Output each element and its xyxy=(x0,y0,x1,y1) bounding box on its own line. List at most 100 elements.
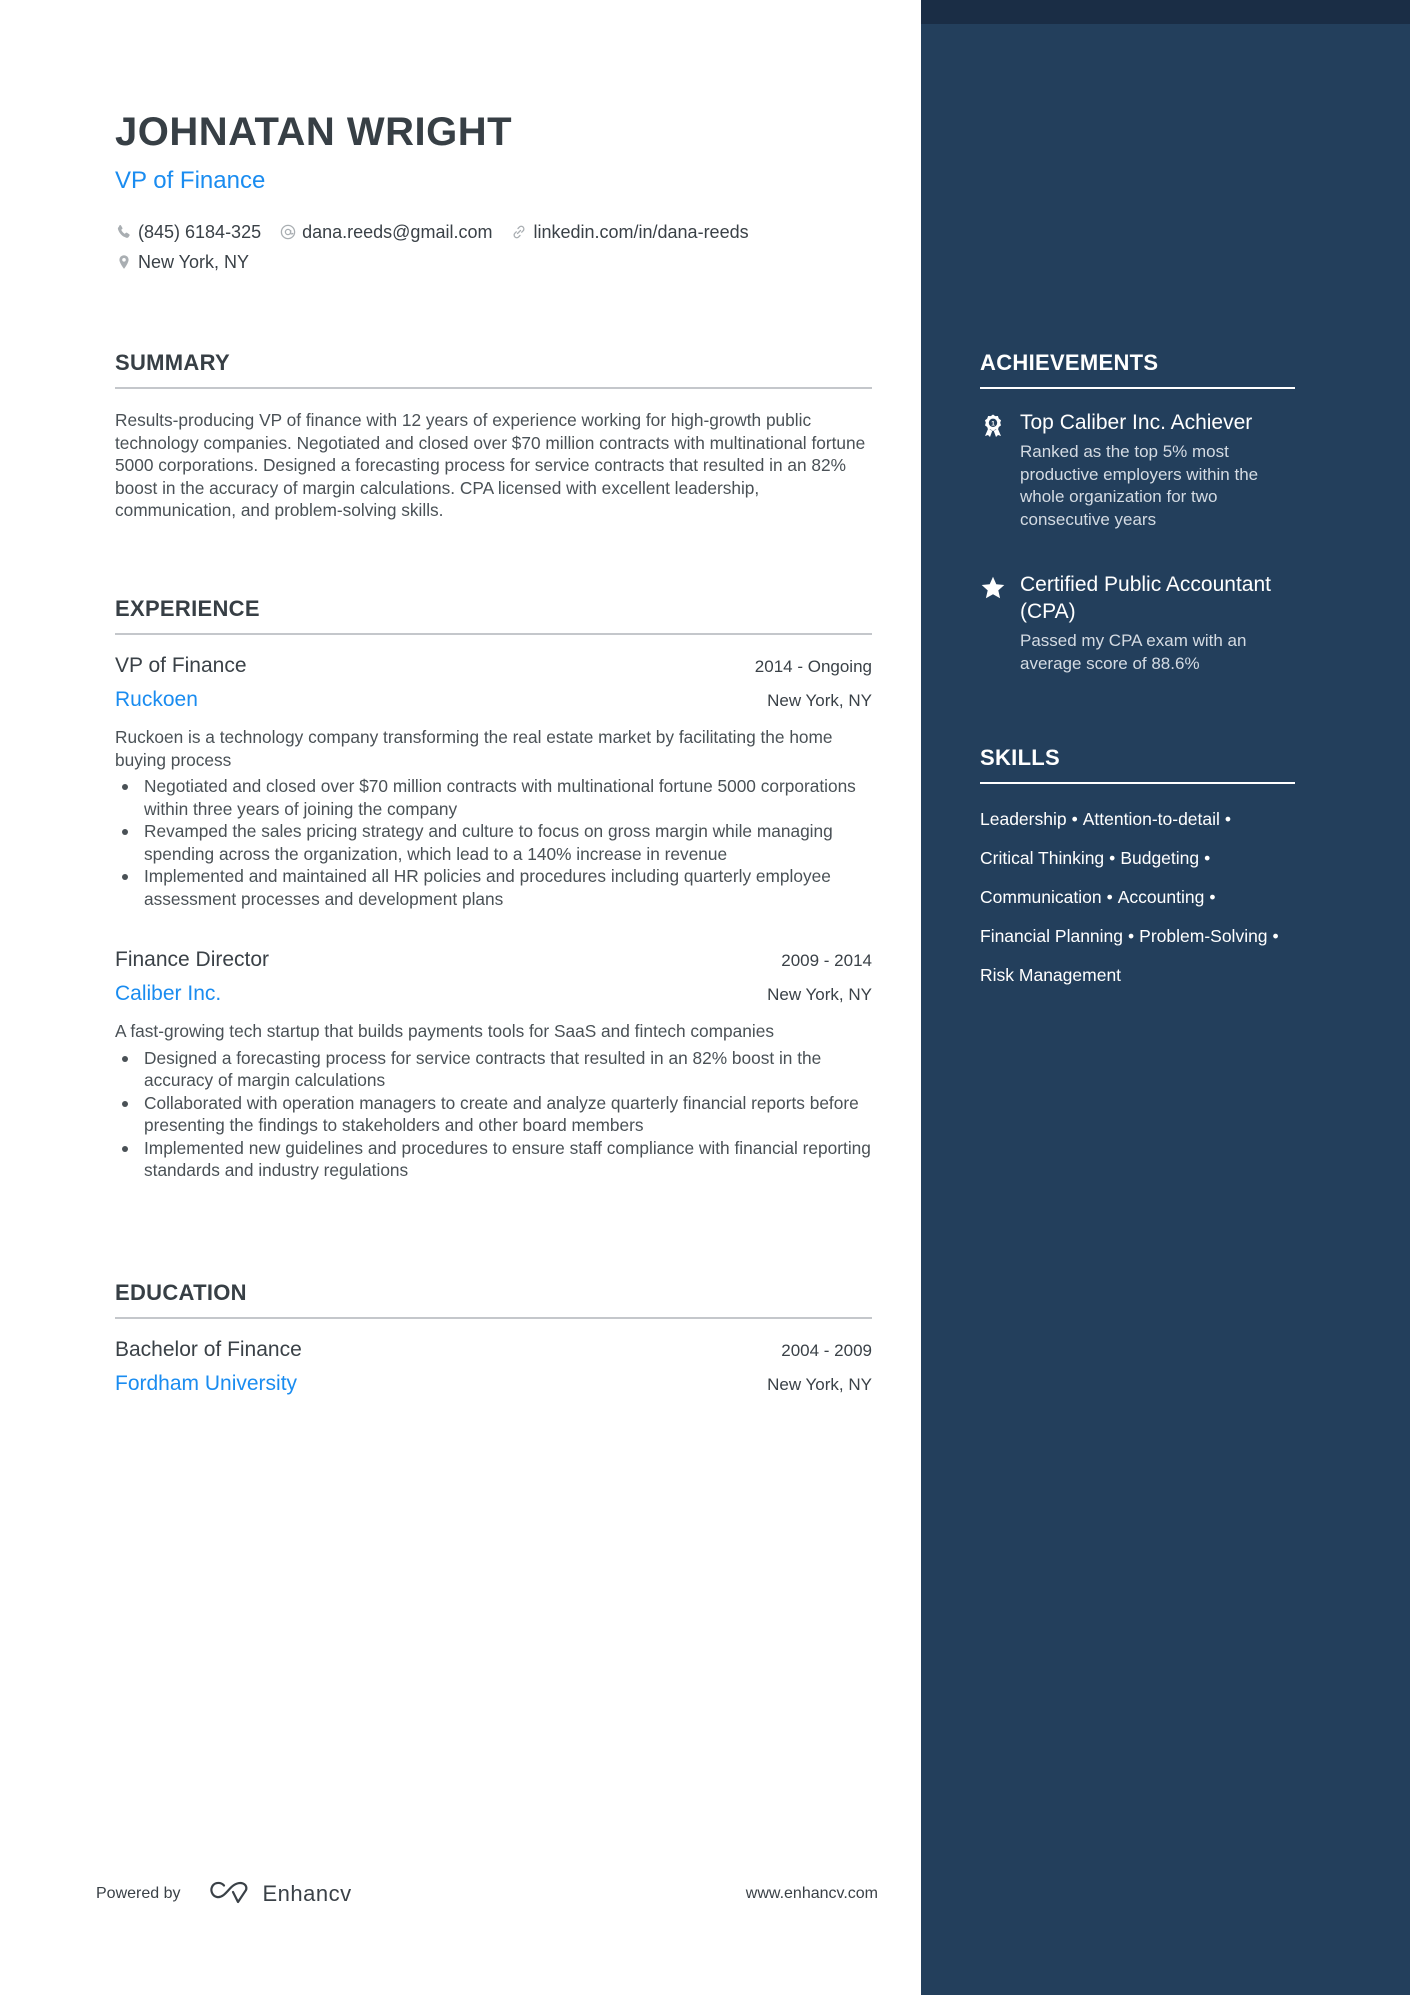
education-location: New York, NY xyxy=(767,1375,872,1394)
skills-row: Leadership • Attention-to-detail • xyxy=(980,800,1295,839)
skill-separator: • xyxy=(1128,926,1135,946)
contact-row: (845) 6184-325 dana.reeds@gmail.com link… xyxy=(115,217,895,247)
candidate-name: JOHNATAN WRIGHT xyxy=(115,110,513,154)
skill-tag: Risk Management xyxy=(980,965,1122,985)
skill-tag: Attention-to-detail xyxy=(1082,809,1220,829)
skill-tag: Problem-Solving xyxy=(1139,926,1268,946)
skills-section: SKILLS Leadership • Attention-to-detail • Cr… xyxy=(980,745,1295,995)
skill-separator: • xyxy=(1272,926,1279,946)
job-role: VP of Finance xyxy=(115,654,247,677)
skill-tag: Leadership xyxy=(980,809,1067,829)
contact-linkedin: linkedin.com/in/dana-reeds xyxy=(510,222,749,243)
job-bullet: Collaborated with operation managers to … xyxy=(115,1092,872,1137)
job-bullet: Negotiated and closed over $70 million c… xyxy=(115,775,872,820)
section-heading: ACHIEVEMENTS xyxy=(980,350,1159,375)
achievement-body: Certified Public Accountant (CPA) Passed… xyxy=(1020,571,1295,675)
enhancv-logo-text: Enhancv xyxy=(262,1881,352,1906)
job-bullet: Implemented new guidelines and procedure… xyxy=(115,1137,872,1182)
section-divider xyxy=(115,387,872,389)
achievement-description: Ranked as the top 5% most productive emp… xyxy=(1020,442,1259,529)
svg-text:1: 1 xyxy=(991,420,995,427)
achievement-title: Top Caliber Inc. Achiever xyxy=(1020,411,1253,434)
job-dates: 2009 - 2014 xyxy=(781,951,872,970)
job-bullet: Designed a forecasting process for servi… xyxy=(115,1047,872,1092)
education-dates: 2004 - 2009 xyxy=(781,1341,872,1360)
summary-text: Results-producing VP of finance with 12 … xyxy=(115,410,866,520)
job-bullet: Implemented and maintained all HR polici… xyxy=(115,865,872,910)
section-heading: SKILLS xyxy=(980,745,1061,770)
contact-email: dana.reeds@gmail.com xyxy=(279,222,492,243)
achievement-description: Passed my CPA exam with an average score… xyxy=(1020,631,1247,673)
skill-tag: Budgeting xyxy=(1120,848,1200,868)
location-text: New York, NY xyxy=(138,251,250,272)
education-entry: Bachelor of Finance 2004 - 2009 Fordham … xyxy=(115,1338,872,1396)
powered-by-label: Powered by xyxy=(96,1885,181,1902)
section-heading: EXPERIENCE xyxy=(115,596,260,621)
education-school-row: Fordham University New York, NY xyxy=(115,1372,872,1396)
job-company[interactable]: Caliber Inc. xyxy=(115,982,221,1006)
skill-separator: • xyxy=(1106,887,1113,907)
job-header-row: VP of Finance 2014 - Ongoing xyxy=(115,654,872,678)
skill-separator: • xyxy=(1204,848,1211,868)
section-divider xyxy=(980,387,1295,389)
resume-page: JOHNATAN WRIGHT VP of Finance (845) 6184… xyxy=(0,0,1410,1995)
achievement-item: 1 Top Caliber Inc. Achiever Ranked as th… xyxy=(980,409,1295,531)
job-bullets: Designed a forecasting process for servi… xyxy=(115,1047,872,1182)
job-description: A fast-growing tech startup that builds … xyxy=(115,1021,774,1041)
linkedin-text[interactable]: linkedin.com/in/dana-reeds xyxy=(533,222,748,243)
section-divider xyxy=(980,782,1295,784)
degree: Bachelor of Finance xyxy=(115,1338,302,1361)
skills-row: Financial Planning • Problem-Solving • xyxy=(980,917,1295,956)
skills-row: Risk Management xyxy=(980,956,1295,995)
sidebar-top-strip xyxy=(921,0,1410,24)
phone-text[interactable]: (845) 6184-325 xyxy=(138,222,261,243)
job-location: New York, NY xyxy=(767,691,872,710)
education-header-row: Bachelor of Finance 2004 - 2009 xyxy=(115,1338,872,1362)
skill-tag: Financial Planning xyxy=(980,926,1124,946)
contact-location: New York, NY xyxy=(115,252,249,273)
job-bullet: Revamped the sales pricing strategy and … xyxy=(115,820,872,865)
achievement-body: Top Caliber Inc. Achiever Ranked as the … xyxy=(1020,409,1295,531)
contact-phone: (845) 6184-325 xyxy=(115,222,261,243)
skill-separator: • xyxy=(1109,848,1116,868)
skills-row: Critical Thinking • Budgeting • xyxy=(980,839,1295,878)
link-icon xyxy=(510,223,528,241)
enhancv-logo[interactable]: Enhancv xyxy=(207,1878,352,1911)
website-link[interactable]: www.enhancv.com xyxy=(746,1885,878,1903)
job-entry: VP of Finance 2014 - Ongoing Ruckoen New… xyxy=(115,654,872,910)
job-description: Ruckoen is a technology company transfor… xyxy=(115,727,833,770)
job-company[interactable]: Ruckoen xyxy=(115,688,198,712)
job-company-row: Ruckoen New York, NY xyxy=(115,688,872,712)
skill-separator: • xyxy=(1071,809,1078,829)
summary-section: SUMMARY Results-producing VP of finance … xyxy=(115,350,872,522)
award-ribbon-icon: 1 xyxy=(980,409,1020,531)
sidebar xyxy=(921,0,1410,1995)
footer: Powered by Enhancv www.enhancv.com xyxy=(96,1876,878,1912)
section-divider xyxy=(115,633,872,635)
email-text[interactable]: dana.reeds@gmail.com xyxy=(302,222,492,243)
school-name[interactable]: Fordham University xyxy=(115,1372,297,1396)
achievement-item: Certified Public Accountant (CPA) Passed… xyxy=(980,571,1295,675)
job-dates: 2014 - Ongoing xyxy=(754,657,872,676)
skill-tag: Accounting xyxy=(1117,887,1205,907)
phone-icon xyxy=(115,223,133,241)
job-location: New York, NY xyxy=(767,985,872,1004)
achievements-section: ACHIEVEMENTS 1 Top Caliber Inc. Achiever… xyxy=(980,350,1295,675)
skills-list: Leadership • Attention-to-detail • Critical … xyxy=(980,800,1295,995)
section-heading: EDUCATION xyxy=(115,1280,247,1305)
section-heading: SUMMARY xyxy=(115,350,230,375)
job-entry: Finance Director 2009 - 2014 Caliber Inc… xyxy=(115,948,872,1182)
star-icon xyxy=(980,571,1020,675)
job-header-row: Finance Director 2009 - 2014 xyxy=(115,948,872,972)
contact-info: (845) 6184-325 dana.reeds@gmail.com link… xyxy=(115,217,895,277)
job-role: Finance Director xyxy=(115,948,270,971)
candidate-title: VP of Finance xyxy=(115,167,266,194)
experience-section: EXPERIENCE VP of Finance 2014 - Ongoing … xyxy=(115,596,872,1182)
contact-row: New York, NY xyxy=(115,247,895,277)
at-icon xyxy=(279,223,297,241)
job-bullets: Negotiated and closed over $70 million c… xyxy=(115,775,872,910)
skill-tag: Communication xyxy=(980,887,1102,907)
achievement-title: Certified Public Accountant (CPA) xyxy=(1020,573,1271,623)
section-divider xyxy=(115,1317,872,1319)
job-company-row: Caliber Inc. New York, NY xyxy=(115,982,872,1006)
